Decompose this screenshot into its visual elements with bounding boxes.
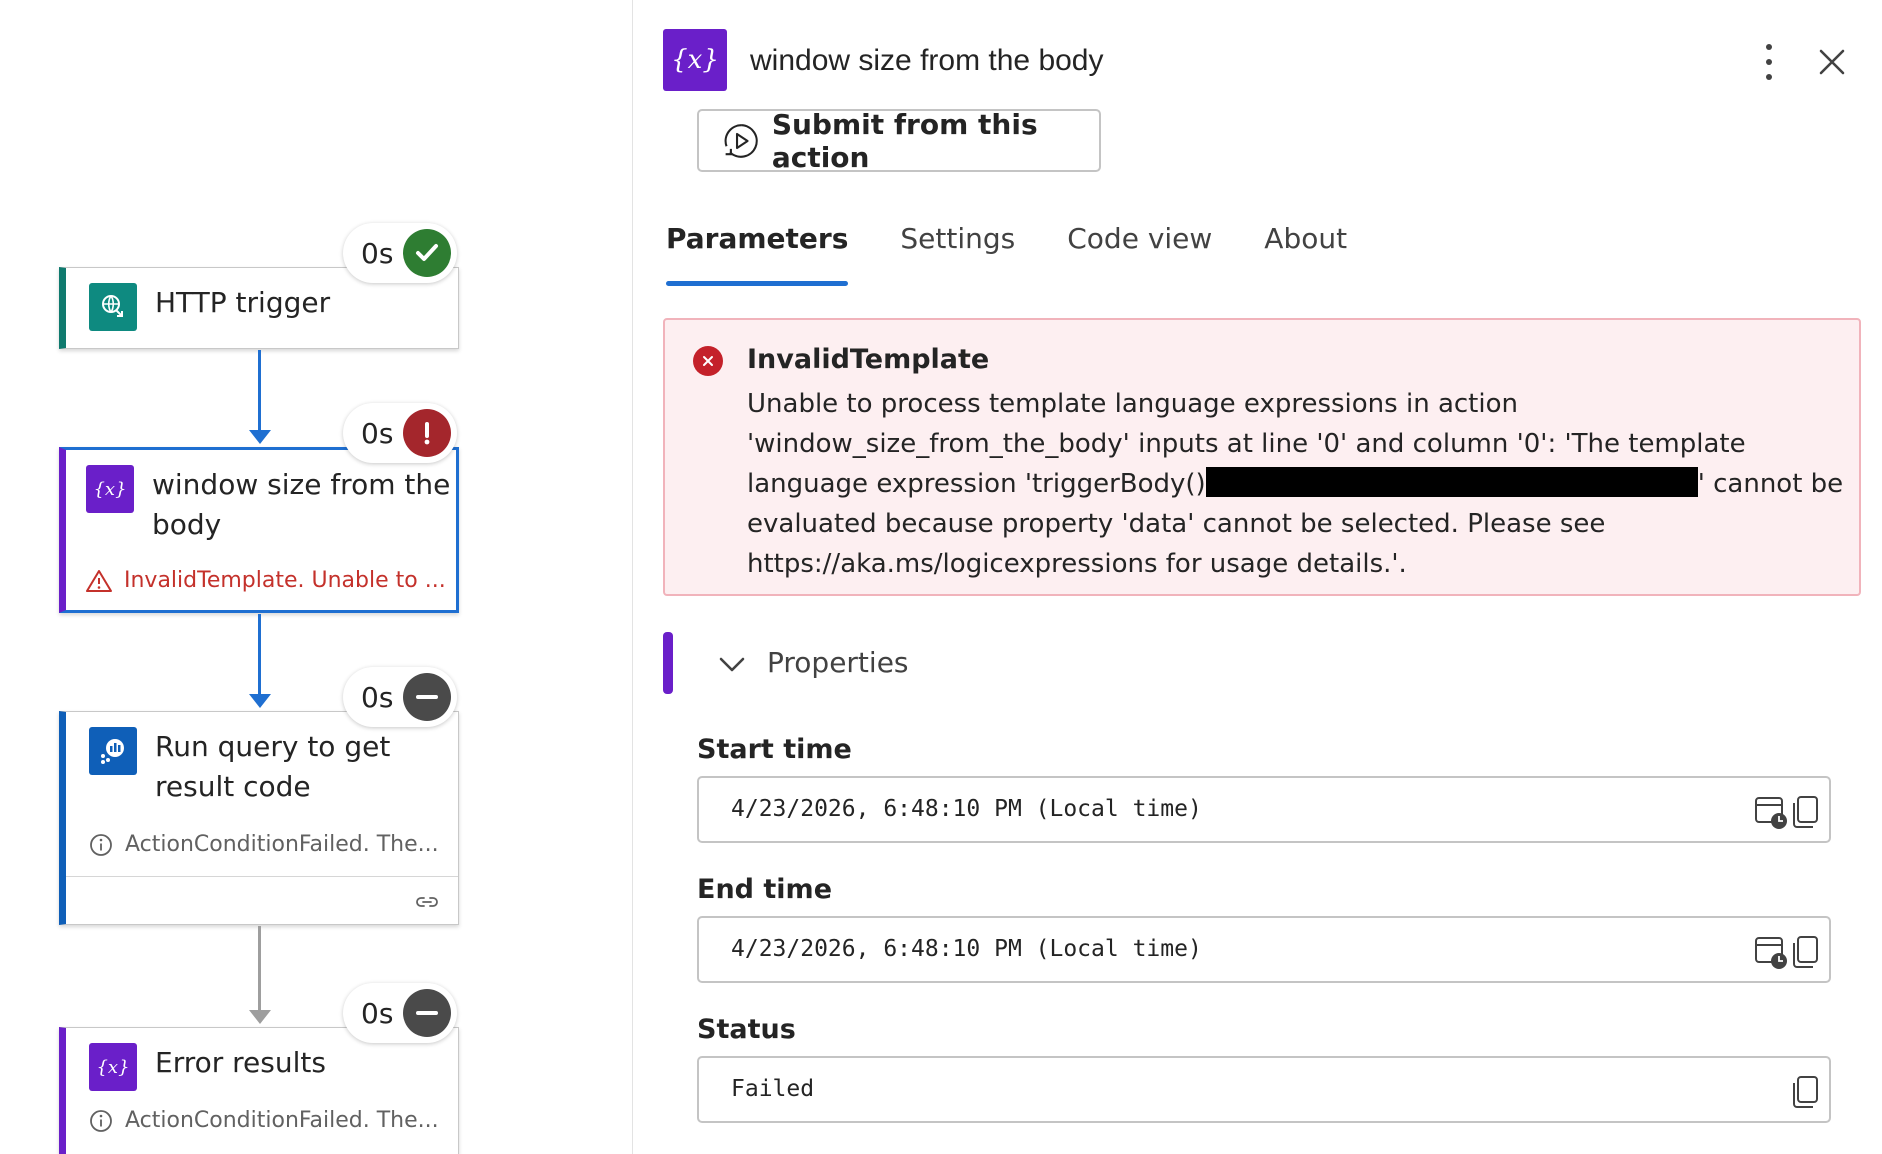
node-info-message: ActionConditionFailed. The... — [89, 1108, 439, 1133]
skipped-icon — [403, 989, 452, 1037]
duration-label: 0s — [361, 236, 394, 270]
end-time-label: End time — [697, 874, 832, 905]
run-badge-error-results: 0s — [343, 983, 458, 1043]
node-title: window size from the body — [152, 468, 451, 541]
variable-icon: {x} — [86, 465, 134, 513]
tab-parameters[interactable]: Parameters — [666, 222, 849, 286]
details-panel: {x} window size from the body Submit fro… — [634, 0, 1882, 1154]
start-time-field[interactable]: 4/23/2026, 6:48:10 PM (Local time) — [697, 776, 1831, 843]
connector-line — [258, 614, 261, 698]
calendar-clock-icon[interactable] — [1754, 934, 1788, 970]
node-run-query[interactable]: Run query to get result code ActionCondi… — [59, 711, 459, 925]
error-title: InvalidTemplate — [747, 344, 990, 375]
svg-text:{x}: {x} — [93, 479, 126, 500]
error-description[interactable]: Unable to process template language expr… — [747, 384, 1847, 584]
run-badge-http-trigger: 0s — [343, 223, 458, 283]
copy-icon[interactable] — [1789, 1074, 1823, 1110]
link-icon[interactable] — [414, 893, 440, 911]
chevron-down-icon[interactable] — [718, 652, 746, 676]
close-icon[interactable] — [1814, 44, 1850, 80]
properties-section-toggle[interactable]: Properties — [767, 646, 909, 679]
skipped-icon — [403, 673, 452, 721]
svg-text:{x}: {x} — [671, 45, 719, 75]
tab-settings[interactable]: Settings — [900, 222, 1015, 286]
query-icon — [89, 727, 137, 775]
info-icon — [90, 833, 112, 856]
more-options-icon[interactable] — [1754, 44, 1784, 80]
error-message-bar: InvalidTemplate Unable to process templa… — [663, 318, 1861, 596]
info-icon — [90, 1109, 112, 1132]
copy-icon[interactable] — [1789, 934, 1823, 970]
status-label: Status — [697, 1014, 796, 1045]
node-window-size[interactable]: {x} window size from the body InvalidTem… — [59, 447, 459, 613]
duration-label: 0s — [361, 416, 394, 450]
node-title: Run query to get result code — [155, 730, 391, 803]
node-error-results[interactable]: {x} Error results ActionConditionFailed.… — [59, 1027, 459, 1154]
panel-title[interactable]: window size from the body — [750, 44, 1104, 78]
start-time-label: Start time — [697, 734, 852, 765]
duration-label: 0s — [361, 680, 394, 714]
connector-line — [258, 350, 261, 434]
tab-about[interactable]: About — [1264, 222, 1347, 286]
error-circle-icon — [693, 346, 723, 376]
success-check-icon — [403, 229, 452, 277]
http-trigger-icon — [89, 283, 137, 331]
run-badge-run-query: 0s — [343, 667, 458, 727]
connector-arrow — [249, 1010, 271, 1024]
workflow-canvas: HTTP trigger 0s {x} window size from the… — [0, 0, 633, 1154]
end-time-field[interactable]: 4/23/2026, 6:48:10 PM (Local time) — [697, 916, 1831, 983]
tab-code-view[interactable]: Code view — [1067, 222, 1212, 286]
redacted-block — [1205, 467, 1698, 497]
play-circle-icon — [724, 123, 758, 158]
card-divider — [66, 876, 458, 877]
connector-arrow — [249, 430, 271, 444]
section-accent-bar — [663, 632, 673, 694]
svg-text:{x}: {x} — [96, 1057, 129, 1078]
error-exclamation-icon — [403, 409, 452, 457]
status-field[interactable]: Failed — [697, 1056, 1831, 1123]
connector-line — [258, 926, 261, 1014]
copy-icon[interactable] — [1789, 794, 1823, 830]
duration-label: 0s — [361, 996, 394, 1030]
calendar-clock-icon[interactable] — [1754, 794, 1788, 830]
variable-icon: {x} — [89, 1043, 137, 1091]
connector-arrow — [249, 694, 271, 708]
panel-tabs: Parameters Settings Code view About — [666, 222, 1399, 286]
variable-icon: {x} — [663, 29, 727, 91]
node-title: Error results — [155, 1046, 326, 1079]
submit-from-action-button[interactable]: Submit from this action — [697, 108, 1101, 174]
run-badge-window-size: 0s — [343, 403, 458, 463]
node-info-message: ActionConditionFailed. The... — [89, 832, 439, 857]
warning-icon — [86, 569, 112, 592]
node-error-message: InvalidTemplate. Unable to ... — [86, 568, 446, 593]
node-title: HTTP trigger — [155, 286, 331, 319]
